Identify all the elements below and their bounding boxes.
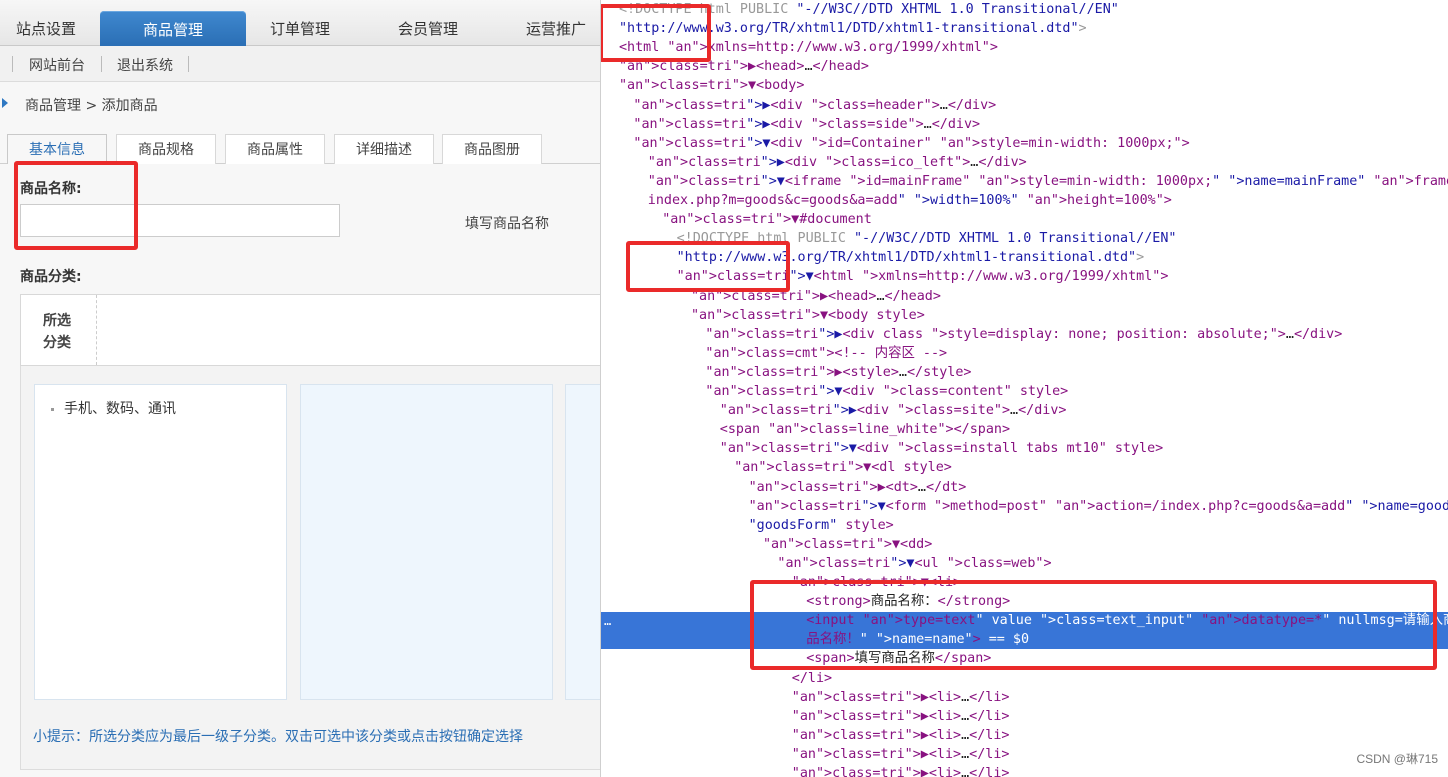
dom-node-line[interactable]: "an">class=tri">▼<dd> [763, 535, 932, 554]
more-icon[interactable]: … [604, 614, 611, 628]
breadcrumb: 商品管理 > 添加商品 [0, 82, 600, 124]
category-column-level1[interactable]: 手机、数码、通讯 [34, 384, 287, 700]
dom-node-line[interactable]: "an">class=tri">▼<div ">id=Container" "a… [633, 134, 1189, 153]
dom-node-line[interactable]: index.php?m=goods&c=goods&a=add" ">width… [648, 191, 1172, 210]
breadcrumb-text: 商品管理 > 添加商品 [25, 98, 158, 114]
dom-node-line[interactable]: "an">class=tri">▼#document [662, 210, 872, 229]
dom-node-line[interactable]: "an">class=tri">▼<iframe ">id=mainFrame"… [648, 172, 1448, 191]
divider [188, 56, 189, 72]
dom-node-line[interactable]: "an">class=tri">▼<dl style> [734, 458, 952, 477]
dom-node-line[interactable]: "an">class=cmt"><!-- 内容区 --> [705, 344, 947, 363]
tab-gallery[interactable]: 商品图册 [442, 134, 542, 164]
selected-category-box: 所选 分类 [20, 294, 600, 366]
dom-node-line[interactable]: "an">class=tri">▶<div class ">style=disp… [705, 325, 1342, 344]
category-column-level2[interactable] [300, 384, 553, 700]
dom-node-line[interactable]: "an">class=tri">▶<li>…</li> [792, 764, 1010, 777]
dom-node-line[interactable]: "an">class=tri">▶<li>…</li> [792, 707, 1010, 726]
dom-node-line[interactable]: "an">class=tri">▼<body> [619, 76, 804, 95]
dom-node-line[interactable]: "an">class=tri">▼<ul ">class=web"> [777, 554, 1051, 573]
category-picker: 手机、数码、通讯 [20, 366, 600, 770]
selected-category-label-line2: 分类 [43, 335, 71, 351]
goods-name-hint: 填写商品名称 [465, 216, 549, 232]
dom-node-line[interactable]: "an">class=tri">▶<div ">class=ico_left">… [648, 153, 1027, 172]
sub-link-bar: 网站前台 退出系统 [0, 46, 600, 82]
dom-node-line[interactable]: "an">class=tri">▶<dt>…</dt> [749, 478, 967, 497]
divider [101, 56, 102, 72]
tip-text: 小提示：所选分类应为最后一级子分类。双击可选中该分类或点击按钮确定选择 [33, 729, 523, 745]
category-column-level3[interactable] [565, 384, 600, 700]
top-tab-member-management[interactable]: 会员管理 [374, 10, 482, 46]
category-item-label: 手机、数码、通讯 [64, 401, 176, 417]
dom-node-line[interactable]: "an">class=tri">▼<body style> [691, 306, 925, 325]
dom-node-line[interactable]: "an">class=tri">▼<div ">class=install ta… [720, 439, 1163, 458]
annotation-box [14, 161, 138, 250]
selected-category-heading: 所选 分类 [21, 295, 97, 365]
dom-node-line[interactable]: "an">class=tri">▶<li>…</li> [792, 688, 1010, 707]
top-navigation: 站点设置 商品管理 订单管理 会员管理 运营推广 [0, 0, 600, 47]
dom-node-line[interactable]: "an">class=tri">▶<div ">class=side">…</d… [633, 115, 980, 134]
devtools-elements-panel: … <!DOCTYPE html PUBLIC "-//W3C//DTD XHT… [600, 0, 1448, 777]
top-tab-order-management[interactable]: 订单管理 [246, 10, 354, 46]
triangle-right-icon [2, 98, 8, 108]
admin-page: 站点设置 商品管理 订单管理 会员管理 运营推广 网站前台 退出系统 商品管理 … [0, 0, 600, 777]
dom-node-line[interactable]: "an">class=tri">▶<div ">class=site">…</d… [720, 401, 1067, 420]
annotation-box [750, 580, 1437, 670]
dom-node-line[interactable]: "an">class=tri">▼<form ">method=post" "a… [749, 497, 1448, 516]
divider [12, 56, 13, 72]
dom-node-line[interactable]: "an">class=tri">▼<div ">class=content" s… [705, 382, 1068, 401]
bullet-icon [51, 407, 54, 411]
top-tab-goods-management[interactable]: 商品管理 [100, 11, 246, 47]
goods-category-label: 商品分类: [20, 269, 82, 285]
link-logout[interactable]: 退出系统 [117, 55, 173, 75]
dom-node-line[interactable]: "an">class=tri">▶<li>…</li> [792, 726, 1010, 745]
annotation-box [626, 241, 790, 292]
selected-category-label-line1: 所选 [43, 313, 71, 329]
tab-description[interactable]: 详细描述 [334, 134, 434, 164]
dom-node-line[interactable]: <span "an">class=line_white"></span> [720, 420, 1010, 439]
tab-attributes[interactable]: 商品属性 [225, 134, 325, 164]
dom-node-line[interactable]: </li> [792, 669, 832, 688]
dom-node-line[interactable]: "an">class=tri">▶<li>…</li> [792, 745, 1010, 764]
top-tab-operations-promotion[interactable]: 运营推广 [502, 10, 600, 46]
list-item[interactable]: 手机、数码、通讯 [51, 398, 176, 418]
watermark: CSDN @琳715 [1356, 752, 1438, 766]
form-tabs: 基本信息 商品规格 商品属性 详细描述 商品图册 [0, 124, 600, 165]
top-tab-site-settings[interactable]: 站点设置 [0, 10, 92, 46]
dom-node-line[interactable]: "an">class=tri">▶<style>…</style> [705, 363, 971, 382]
dom-node-line[interactable]: "an">class=tri">▶<div ">class=header">…<… [633, 96, 996, 115]
goods-form: 商品名称: 填写商品名称 商品分类: 所选 分类 手机、数码、通讯 小提示：所选… [0, 161, 600, 777]
annotation-box [601, 4, 711, 62]
dom-node-line[interactable]: "goodsForm" style> [749, 516, 894, 535]
tab-specifications[interactable]: 商品规格 [116, 134, 216, 164]
link-site-frontend[interactable]: 网站前台 [29, 55, 85, 75]
